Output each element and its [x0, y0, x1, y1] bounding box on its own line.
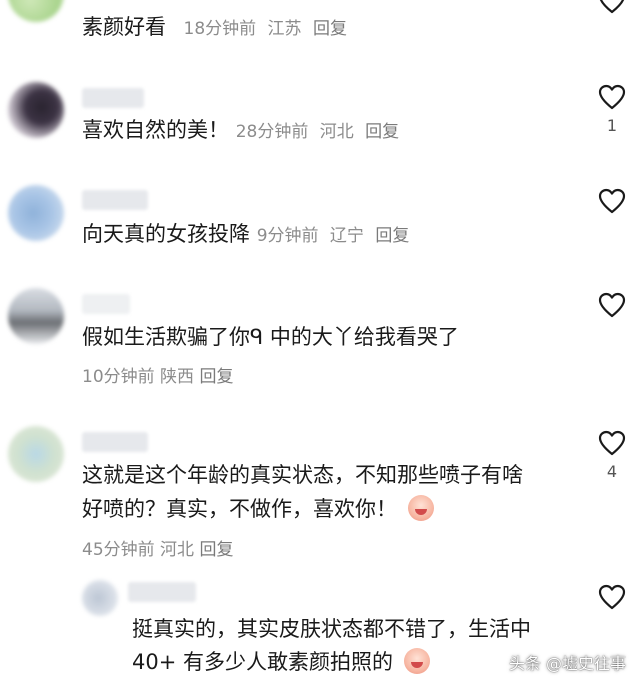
comment-location: 陕西 — [160, 367, 195, 387]
like-button[interactable]: 4 — [598, 430, 626, 481]
like-button[interactable]: 1 — [598, 84, 626, 135]
heart-outline-icon — [598, 292, 626, 318]
comment-text-line-2: 40+ 有多少人敢素颜拍照的 — [132, 650, 393, 674]
avatar[interactable] — [8, 426, 64, 482]
comment-text: 假如生活欺骗了你ᑫ 中的大丫给我看哭了 — [82, 325, 459, 349]
username[interactable] — [82, 88, 144, 108]
comment-time: 10分钟前 — [82, 367, 155, 387]
comment-location: 河北 — [319, 122, 354, 142]
reply-button[interactable]: 回复 — [365, 122, 399, 142]
comment-text-line-2: 好喷的？真实，不做作，喜欢你！ — [82, 497, 397, 521]
heart-outline-icon — [598, 430, 626, 456]
username[interactable] — [128, 582, 196, 602]
comment-text-line-1: 挺真实的，其实皮肤状态都不错了，生活中 — [132, 617, 531, 641]
heart-outline-icon — [598, 584, 626, 610]
comment-time: 9分钟前 — [256, 226, 319, 246]
comment-text: 喜欢自然的美！ — [82, 118, 229, 142]
like-button[interactable] — [598, 188, 626, 214]
avatar[interactable] — [82, 580, 118, 616]
heart-outline-icon — [598, 0, 626, 14]
comment-text: 素颜好看 — [82, 15, 166, 39]
comment-location: 辽宁 — [329, 226, 364, 246]
heart-outline-icon — [598, 188, 626, 214]
like-button[interactable] — [598, 0, 626, 14]
comment-location: 河北 — [160, 540, 195, 560]
heart-outline-icon — [598, 84, 626, 110]
like-button[interactable] — [598, 292, 626, 318]
crying-face-emoji-icon — [403, 648, 430, 674]
username[interactable] — [82, 190, 148, 210]
username[interactable] — [82, 432, 148, 452]
like-count: 1 — [606, 116, 618, 135]
avatar[interactable] — [8, 0, 64, 22]
comment-text: 向天真的女孩投降 — [82, 222, 250, 246]
like-count: 4 — [606, 462, 618, 481]
username[interactable] — [82, 294, 130, 314]
avatar[interactable] — [8, 288, 64, 344]
like-button[interactable] — [598, 584, 626, 610]
reply-button[interactable]: 回复 — [375, 226, 409, 246]
reply-button[interactable]: 回复 — [199, 540, 233, 560]
comment-time: 18分钟前 — [183, 19, 257, 39]
comment-text-line-1: 这就是这个年龄的真实状态，不知那些喷子有啥 — [82, 463, 523, 487]
comment-time: 28分钟前 — [235, 122, 309, 142]
comment-location: 江苏 — [267, 19, 302, 39]
comment-time: 45分钟前 — [82, 540, 155, 560]
reply-button[interactable]: 回复 — [199, 367, 233, 387]
avatar[interactable] — [8, 185, 64, 241]
reply-button[interactable]: 回复 — [313, 19, 347, 39]
watermark: 头条 @墟史往事 — [508, 654, 626, 673]
crying-face-emoji-icon — [407, 495, 434, 521]
avatar[interactable] — [8, 82, 64, 138]
